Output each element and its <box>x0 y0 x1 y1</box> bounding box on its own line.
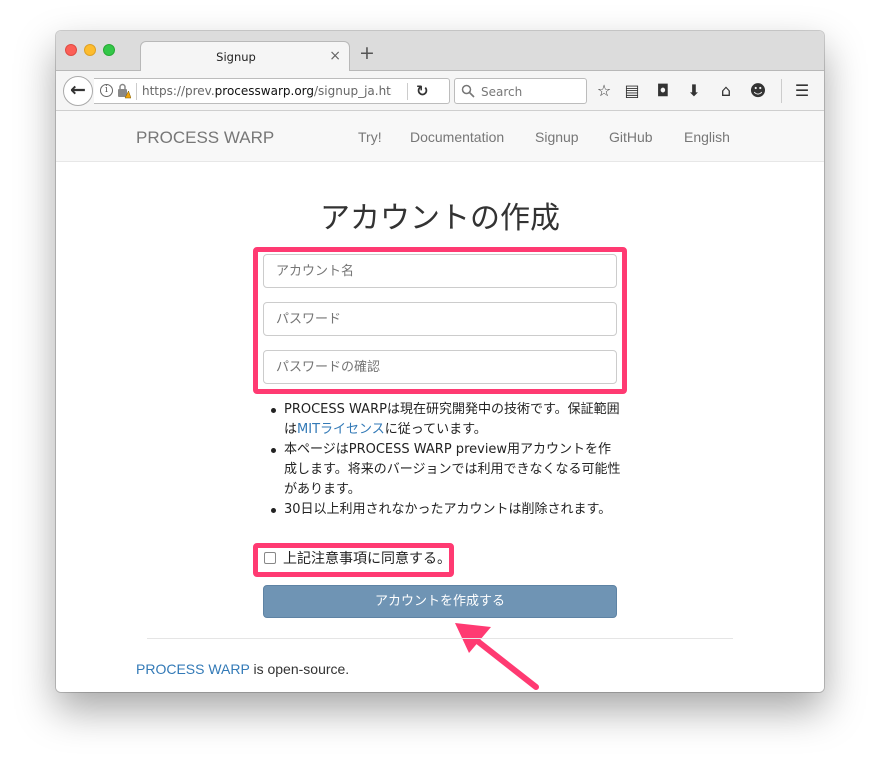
maximize-window-button[interactable] <box>103 44 115 56</box>
reload-icon[interactable]: ↻ <box>416 82 429 100</box>
annotation-arrow-icon <box>455 623 539 690</box>
agree-label[interactable]: 上記注意事項に同意する。 <box>283 548 451 568</box>
footer-link[interactable]: PROCESS WARP <box>136 661 250 677</box>
info-icon[interactable]: i <box>100 84 113 97</box>
page-title: アカウントの作成 <box>320 201 560 236</box>
back-button[interactable]: ← <box>63 76 93 106</box>
nav-link-github[interactable]: GitHub <box>609 129 653 145</box>
notice-item: 本ページはPROCESS WARP preview用アカウントを作成します。将来… <box>268 440 622 500</box>
tab-title: Signup <box>216 50 256 64</box>
hamburger-menu-icon[interactable]: ☰ <box>791 80 813 102</box>
smiley-icon[interactable]: ☻ <box>747 80 769 102</box>
nav-link-signup[interactable]: Signup <box>535 129 579 145</box>
notice-item: 30日以上利用されなかったアカウントは削除されます。 <box>268 500 622 520</box>
url-bar[interactable]: i https://prev.processwarp.org/signup_ja… <box>94 78 450 104</box>
star-icon[interactable]: ☆ <box>593 80 615 102</box>
notice-item: PROCESS WARPは現在研究開発中の技術です。保証範囲はMITライセンスに… <box>268 400 622 440</box>
home-icon[interactable]: ⌂ <box>715 80 737 102</box>
site-navbar: PROCESS WARP Try! Documentation Signup G… <box>56 111 824 162</box>
nav-toolbar: i https://prev.processwarp.org/signup_ja… <box>56 71 824 111</box>
new-tab-button[interactable]: + <box>359 42 375 64</box>
browser-window: Signup × + i https://prev.processwarp.or… <box>56 31 824 692</box>
search-bar[interactable]: Search <box>454 78 587 104</box>
reading-list-icon[interactable]: ▤ <box>621 80 643 102</box>
site-brand[interactable]: PROCESS WARP <box>136 128 274 148</box>
lock-warning-icon[interactable] <box>117 83 131 99</box>
url-text[interactable]: https://prev.processwarp.org/signup_ja.h… <box>142 84 392 98</box>
back-arrow-icon: ← <box>70 79 86 101</box>
url-divider <box>136 83 137 100</box>
password-input[interactable] <box>263 302 617 336</box>
minimize-window-button[interactable] <box>84 44 96 56</box>
footer-divider <box>147 638 733 639</box>
footer-text: PROCESS WARP is open-source. <box>136 661 350 677</box>
pocket-icon[interactable]: ◘ <box>652 80 674 102</box>
nav-link-documentation[interactable]: Documentation <box>410 129 504 145</box>
url-divider <box>407 83 408 100</box>
page-content: PROCESS WARP Try! Documentation Signup G… <box>56 111 824 692</box>
mit-license-link[interactable]: MITライセンス <box>297 422 385 437</box>
tab-close-icon[interactable]: × <box>329 48 341 64</box>
search-placeholder: Search <box>481 85 523 99</box>
notice-list: PROCESS WARPは現在研究開発中の技術です。保証範囲はMITライセンスに… <box>268 400 622 520</box>
create-account-button[interactable]: アカウントを作成する <box>263 585 617 618</box>
tab-bar: Signup × + <box>56 31 824 72</box>
password-confirm-input[interactable] <box>263 350 617 384</box>
nav-link-try[interactable]: Try! <box>358 129 382 145</box>
account-name-input[interactable] <box>263 254 617 288</box>
agree-checkbox[interactable] <box>264 552 276 564</box>
search-icon <box>461 84 475 98</box>
tab-signup[interactable]: Signup × <box>140 41 350 72</box>
close-window-button[interactable] <box>65 44 77 56</box>
download-icon[interactable]: ⬇ <box>683 80 705 102</box>
toolbar-divider <box>781 79 782 103</box>
nav-link-english[interactable]: English <box>684 129 730 145</box>
